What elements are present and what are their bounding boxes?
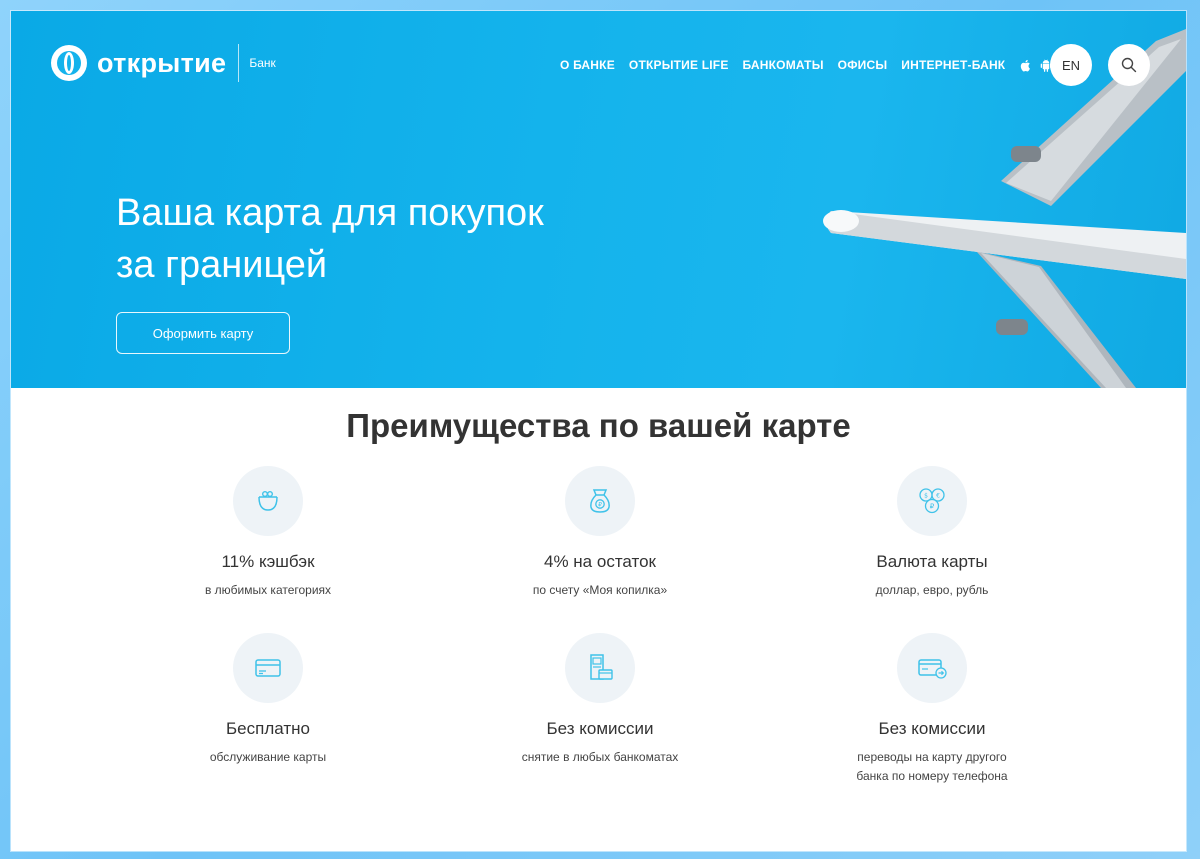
card-icon xyxy=(255,659,281,677)
benefit-subtitle-line-2: банка по номеру телефона xyxy=(856,769,1008,783)
bank-logo[interactable]: открытие Банк xyxy=(50,44,276,82)
search-icon xyxy=(1121,57,1137,73)
benefit-transfers: Без комиссии переводы на карту другого б… xyxy=(802,633,1062,786)
logo-mark-icon xyxy=(51,45,87,81)
svg-text:₽: ₽ xyxy=(930,503,935,511)
svg-text:$: $ xyxy=(924,493,928,500)
benefits-title: Преимущества по вашей карте xyxy=(346,407,851,444)
benefit-icon-wrap xyxy=(565,633,635,703)
benefit-icon-wrap xyxy=(233,466,303,536)
benefit-title: 4% на остаток xyxy=(544,552,656,571)
hero-title-line-1: Ваша карта для покупок xyxy=(116,192,544,234)
logo-divider xyxy=(238,44,240,82)
money-bag-icon: ₽ xyxy=(590,489,610,513)
benefit-subtitle: переводы на карту другого банка по номер… xyxy=(802,748,1062,786)
benefit-title: Без комиссии xyxy=(546,719,654,738)
benefit-icon-wrap: $ € ₽ xyxy=(897,466,967,536)
hero-title-line-2: за границей xyxy=(116,244,328,286)
benefit-title: 11% кэшбэк xyxy=(221,552,315,571)
apple-icon[interactable] xyxy=(1019,59,1031,72)
benefit-subtitle-line-1: переводы на карту другого xyxy=(857,750,1007,764)
nav-item-life[interactable]: ОТКРЫТИЕ LIFE xyxy=(629,58,729,72)
benefit-title: Валюта карты xyxy=(876,552,988,571)
benefit-title: Без комиссии xyxy=(878,719,986,738)
hero-title: Ваша карта для покупок за границей xyxy=(116,187,596,291)
currency-coins-icon: $ € ₽ xyxy=(919,488,945,514)
benefit-icon-wrap xyxy=(897,633,967,703)
logo-subtitle: Банк xyxy=(249,56,276,70)
svg-text:€: € xyxy=(936,493,940,500)
page-frame: открытие Банк О БАНКЕ ОТКРЫТИЕ LIFE БАНК… xyxy=(11,11,1186,851)
order-card-button[interactable]: Оформить карту xyxy=(116,312,290,354)
benefit-icon-wrap xyxy=(233,633,303,703)
nav-item-about[interactable]: О БАНКЕ xyxy=(560,58,615,72)
svg-text:₽: ₽ xyxy=(598,502,602,509)
nav-item-internet-bank[interactable]: ИНТЕРНЕТ-БАНК xyxy=(901,58,1005,72)
search-button[interactable] xyxy=(1108,44,1150,86)
benefit-title: Бесплатно xyxy=(226,719,310,738)
nav-item-offices[interactable]: ОФИСЫ xyxy=(838,58,888,72)
benefit-subtitle: в любимых категориях xyxy=(204,583,332,597)
benefit-free-service: Бесплатно обслуживание карты xyxy=(138,633,398,767)
benefit-subtitle: снятие в любых банкоматах xyxy=(521,750,679,764)
benefit-subtitle: обслуживание карты xyxy=(209,750,327,764)
benefit-subtitle: доллар, евро, рубль xyxy=(875,583,989,597)
benefit-interest: ₽ 4% на остаток по счету «Моя копилка» xyxy=(470,466,730,600)
main-nav: О БАНКЕ ОТКРЫТИЕ LIFE БАНКОМАТЫ ОФИСЫ ИН… xyxy=(560,58,1061,72)
benefit-subtitle: по счету «Моя копилка» xyxy=(532,583,668,597)
hero-banner: открытие Банк О БАНКЕ ОТКРЫТИЕ LIFE БАНК… xyxy=(11,11,1186,388)
logo-text: открытие xyxy=(97,47,227,78)
benefit-atm-withdrawal: Без комиссии снятие в любых банкоматах xyxy=(470,633,730,767)
language-button[interactable]: EN xyxy=(1050,44,1092,86)
benefit-cashback: 11% кэшбэк в любимых категориях xyxy=(138,466,398,600)
benefit-icon-wrap: ₽ xyxy=(565,466,635,536)
atm-icon xyxy=(590,654,613,680)
wallet-icon xyxy=(258,490,278,511)
benefit-currency: $ € ₽ Валюта карты доллар, евро, рубль xyxy=(802,466,1062,600)
card-transfer-icon xyxy=(918,659,947,679)
nav-item-atms[interactable]: БАНКОМАТЫ xyxy=(743,58,824,72)
